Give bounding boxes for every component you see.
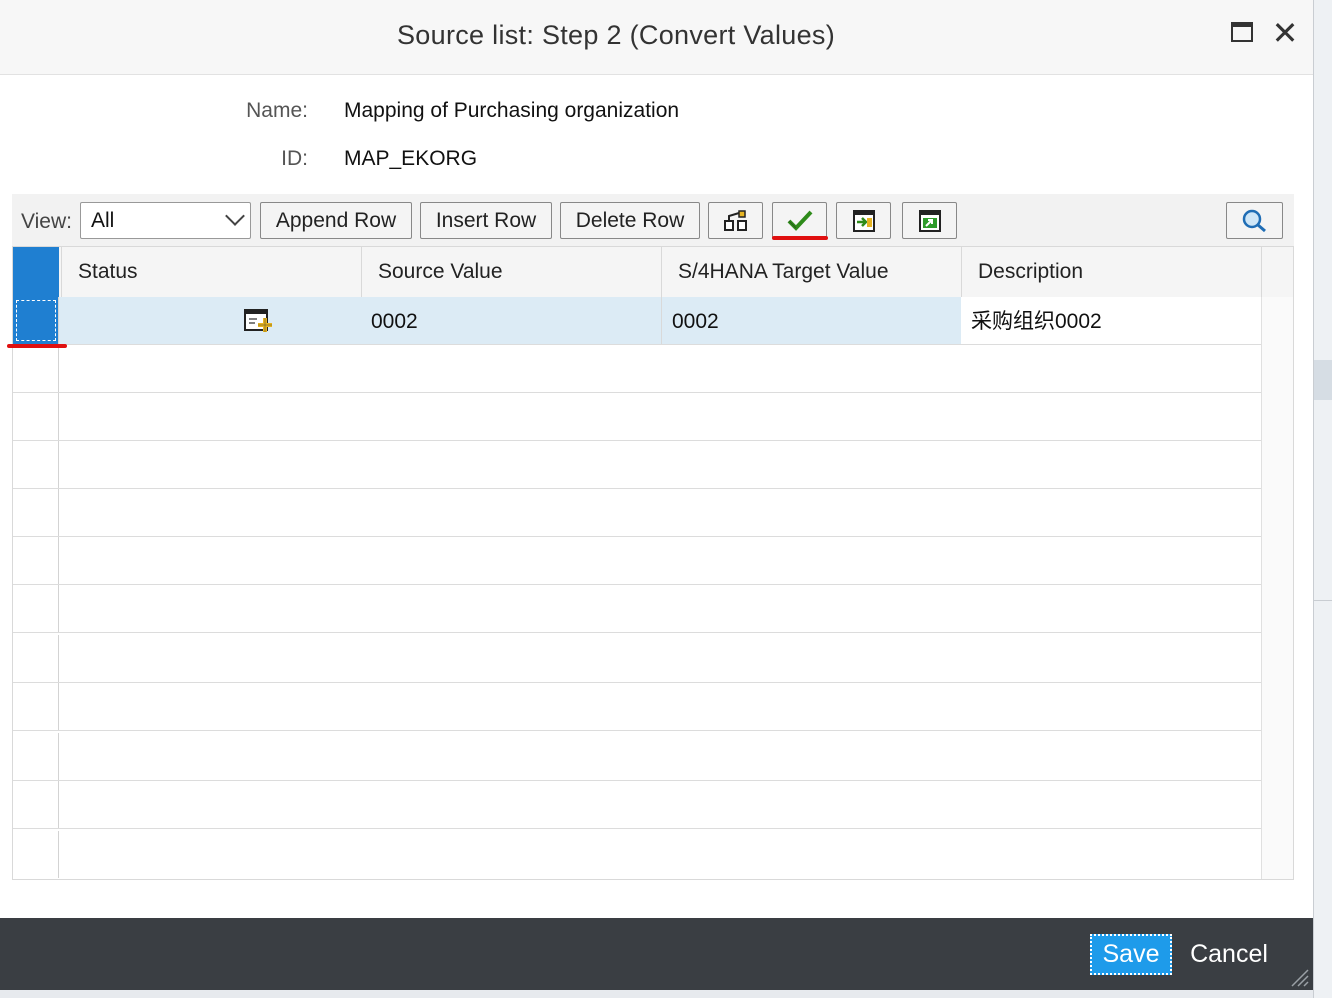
target-value-cell[interactable]: 0002: [661, 297, 961, 344]
column-header-source-value[interactable]: Source Value: [361, 247, 661, 297]
dialog-titlebar: Source list: Step 2 (Convert Values) ✕: [0, 0, 1313, 75]
row-selector[interactable]: [13, 635, 59, 682]
table-row[interactable]: [13, 393, 1261, 441]
table-row[interactable]: [13, 781, 1261, 829]
table-toolbar: View: All Append Row Insert Row Delete R…: [12, 194, 1294, 246]
row-selector[interactable]: [13, 297, 59, 344]
id-label: ID:: [281, 147, 308, 170]
export-icon: [919, 210, 941, 232]
delete-row-button[interactable]: Delete Row: [560, 202, 700, 239]
value-mapping-table: Status Source Value S/4HANA Target Value…: [12, 246, 1294, 880]
table-row[interactable]: [13, 635, 1261, 683]
row-selector[interactable]: [13, 345, 59, 392]
maximize-icon[interactable]: [1229, 18, 1259, 48]
table-row[interactable]: 0002 0002 采购组织0002: [13, 297, 1261, 345]
highlight-mark-row: [7, 344, 67, 348]
description-cell[interactable]: 采购组织0002: [961, 297, 1261, 344]
new-entry-icon: [244, 309, 272, 332]
row-selector[interactable]: [13, 831, 59, 878]
import-icon: [853, 210, 875, 232]
view-select[interactable]: All: [80, 202, 251, 239]
row-selector[interactable]: [13, 537, 59, 584]
row-selector[interactable]: [13, 489, 59, 536]
hierarchy-button[interactable]: [708, 202, 763, 239]
column-header-target-value[interactable]: S/4HANA Target Value: [661, 247, 961, 297]
view-label: View:: [21, 210, 72, 233]
check-button[interactable]: [772, 202, 827, 239]
table-row[interactable]: [13, 345, 1261, 393]
chevron-down-icon: [225, 206, 245, 226]
row-selector[interactable]: [13, 441, 59, 488]
close-icon[interactable]: ✕: [1270, 17, 1300, 49]
table-row[interactable]: [13, 537, 1261, 585]
background-window-edge: [1313, 0, 1332, 998]
row-selector[interactable]: [13, 733, 59, 780]
column-header-status[interactable]: Status: [61, 247, 361, 297]
insert-row-button[interactable]: Insert Row: [420, 202, 552, 239]
hierarchy-icon: [724, 210, 747, 231]
view-select-value: All: [91, 209, 115, 232]
name-value: Mapping of Purchasing organization: [344, 99, 680, 122]
row-selector[interactable]: [13, 781, 59, 828]
table-row[interactable]: [13, 831, 1261, 879]
table-header: Status Source Value S/4HANA Target Value…: [13, 247, 1293, 298]
table-row[interactable]: [13, 489, 1261, 537]
column-header-description[interactable]: Description: [961, 247, 1261, 297]
dialog-footer: Save Cancel: [0, 918, 1313, 990]
convert-values-dialog: Source list: Step 2 (Convert Values) ✕ N…: [0, 0, 1313, 998]
cancel-button[interactable]: Cancel: [1186, 934, 1272, 975]
table-row[interactable]: [13, 683, 1261, 731]
highlight-mark-check: [772, 236, 828, 240]
import-button[interactable]: [836, 202, 891, 239]
dialog-title: Source list: Step 2 (Convert Values): [397, 20, 835, 50]
table-row[interactable]: [13, 441, 1261, 489]
id-value: MAP_EKORG: [344, 147, 478, 170]
row-selector[interactable]: [13, 585, 59, 632]
table-scrollbar[interactable]: [1261, 297, 1293, 879]
export-button[interactable]: [902, 202, 957, 239]
row-selector[interactable]: [13, 393, 59, 440]
source-value-cell[interactable]: 0002: [361, 297, 661, 344]
resize-grip-icon[interactable]: [1288, 966, 1310, 988]
append-row-button[interactable]: Append Row: [260, 202, 412, 239]
save-button[interactable]: Save: [1090, 934, 1172, 975]
search-button[interactable]: [1226, 202, 1283, 239]
select-all-cell[interactable]: [13, 247, 59, 297]
table-row[interactable]: [13, 733, 1261, 781]
check-icon: [787, 210, 813, 231]
row-selector[interactable]: [13, 683, 59, 730]
table-row[interactable]: [13, 585, 1261, 633]
search-icon: [1242, 209, 1266, 233]
status-cell: [61, 297, 361, 344]
name-label: Name:: [246, 99, 308, 122]
